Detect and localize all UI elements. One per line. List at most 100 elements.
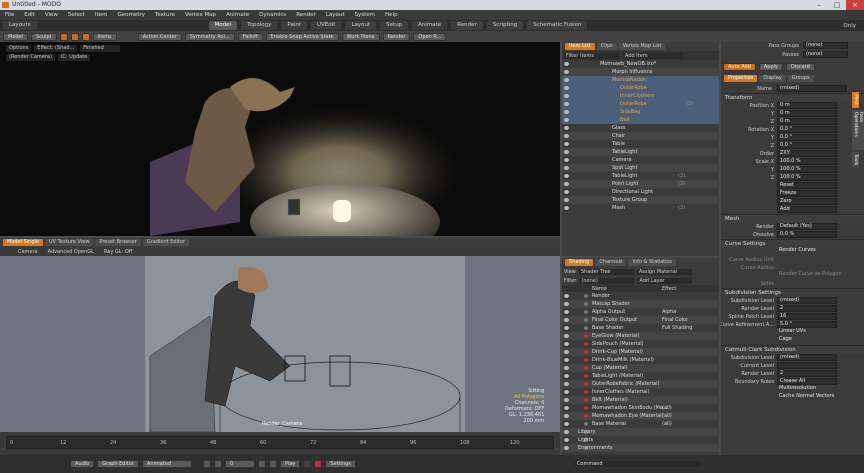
menu-system[interactable]: System	[355, 12, 376, 18]
shader-item[interactable]: Belt (Material)	[562, 396, 719, 404]
shader-item[interactable]: Render	[562, 292, 719, 300]
property-value-field[interactable]: 16	[777, 313, 837, 320]
menu-geometry[interactable]: Geometry	[117, 12, 144, 18]
eye-icon[interactable]	[564, 398, 569, 402]
property-value-field[interactable]	[777, 362, 837, 369]
list-item[interactable]: Table	[562, 140, 719, 148]
eye-icon[interactable]	[564, 318, 569, 322]
shader-item[interactable]: Base Material (all)	[562, 420, 719, 428]
eye-icon[interactable]	[564, 126, 569, 130]
tab-setup[interactable]: Setup	[380, 21, 409, 30]
snap-toggle[interactable]: Enable Snap Active State	[265, 32, 339, 41]
list-item[interactable]: Texture Group	[562, 196, 719, 204]
shader-item[interactable]: Momawhadon.SkinBodu (Ma... (all)	[562, 404, 719, 412]
eye-icon[interactable]	[564, 118, 569, 122]
shader-item[interactable]: Momawhadon.Eye (Material) (all)	[562, 412, 719, 420]
symmetry-dropdown[interactable]: Symmetry Axi...	[184, 32, 235, 41]
shader-item[interactable]: Environments	[562, 444, 719, 452]
list-item[interactable]: TableLight	[562, 148, 719, 156]
raygl-toggle[interactable]: Ray GL: Off	[104, 249, 132, 255]
property-value-field[interactable]: 0 m	[777, 102, 837, 109]
property-value-field[interactable]: (mixed)	[777, 297, 837, 304]
falloff-dropdown[interactable]: Falloff	[237, 32, 263, 41]
eye-icon[interactable]	[564, 422, 569, 426]
list-item[interactable]: Glass	[562, 124, 719, 132]
itemlist-tab-1[interactable]: Clips	[596, 43, 617, 50]
add-item-dropdown[interactable]: Add Item	[623, 52, 683, 59]
shader-item[interactable]: Drink-Cup (Material)	[562, 348, 719, 356]
timeline[interactable]: 0 12 24 36 48 60 72 84 96 108 120	[0, 432, 560, 455]
tab-paint[interactable]: Paint	[281, 21, 307, 30]
minimize-button[interactable]: –	[810, 0, 828, 10]
property-value-field[interactable]: (mixed)	[777, 354, 837, 361]
eye-icon[interactable]	[564, 350, 569, 354]
eye-icon[interactable]	[564, 310, 569, 314]
shader-item[interactable]: SidePouch (Material)	[562, 340, 719, 348]
auto-add-toggle[interactable]: Auto Add	[723, 63, 756, 71]
eye-icon[interactable]	[564, 414, 569, 418]
eye-icon[interactable]	[564, 102, 569, 106]
render-dropdown[interactable]: Default (Yes)	[777, 223, 837, 230]
list-item[interactable]: Point Light (2)	[562, 180, 719, 188]
go-end-icon[interactable]	[268, 460, 277, 468]
subdivision-settings-section[interactable]: Subdivision Settings	[721, 288, 864, 297]
transform-add-button[interactable]: Add	[777, 206, 837, 213]
vertex-select-icon[interactable]	[59, 32, 68, 41]
eye-icon[interactable]	[564, 294, 569, 298]
list-item[interactable]: SideBag	[562, 108, 719, 116]
shader-item[interactable]: TableLight (Material)	[562, 372, 719, 380]
eye-icon[interactable]	[564, 326, 569, 330]
tab-animate[interactable]: Animate	[412, 21, 448, 30]
list-item[interactable]: Spot Light	[562, 164, 719, 172]
eye-icon[interactable]	[564, 446, 569, 450]
property-value-field[interactable]: 0.0 °	[777, 126, 837, 133]
eye-icon[interactable]	[564, 142, 569, 146]
eye-icon[interactable]	[564, 158, 569, 162]
eye-icon[interactable]	[564, 358, 569, 362]
eye-icon[interactable]	[564, 334, 569, 338]
eye-icon[interactable]	[564, 166, 569, 170]
list-item[interactable]: Directional Light	[562, 188, 719, 196]
itemlist-tab-0[interactable]: Item List	[565, 43, 595, 50]
cache-normal-checkbox[interactable]: Cache Normal Vectors	[777, 394, 857, 401]
eye-icon[interactable]	[564, 206, 569, 210]
eye-icon[interactable]	[564, 174, 569, 178]
eye-icon[interactable]	[564, 198, 569, 202]
shader-item[interactable]: EyeGlow (Material)	[562, 332, 719, 340]
list-item[interactable]: TableLight (2)	[562, 172, 719, 180]
close-button[interactable]: ×	[846, 0, 864, 10]
tab-layout[interactable]: Layout	[345, 21, 377, 30]
multiresolution-checkbox[interactable]: Multiresolution	[777, 386, 857, 393]
shader-item[interactable]: Base Shader Full Shading	[562, 324, 719, 332]
menu-edit[interactable]: Edit	[24, 12, 35, 18]
shading-tab-2[interactable]: Info & Statistics	[628, 259, 676, 266]
property-value-field[interactable]: 0.0 °	[777, 134, 837, 141]
shader-item[interactable]: Drink-BlueMilk (Material)	[562, 356, 719, 364]
properties-tab-0[interactable]: Properties	[724, 75, 758, 82]
side-tab[interactable]: Tools	[852, 151, 859, 167]
transform-reset-button[interactable]: Reset	[777, 182, 837, 189]
eye-icon[interactable]	[564, 390, 569, 394]
tab-scripting[interactable]: Scripting	[486, 21, 524, 30]
eye-icon[interactable]	[564, 382, 569, 386]
name-column-header[interactable]: Name	[592, 286, 662, 292]
shader-view-dropdown[interactable]: Shader Tree	[578, 268, 634, 275]
transform-zero-button[interactable]: Zero	[777, 198, 837, 205]
menu-texture[interactable]: Texture	[155, 12, 175, 18]
shader-item[interactable]: InnerClothes (Material)	[562, 388, 719, 396]
itemlist-tab-2[interactable]: Vertex Map List	[618, 43, 666, 50]
tab-render[interactable]: Render	[451, 21, 483, 30]
shader-item[interactable]: Library	[562, 428, 719, 436]
audio-button[interactable]: Audio	[70, 460, 95, 468]
property-value-field[interactable]: 0 m	[777, 110, 837, 117]
menu-file[interactable]: File	[5, 12, 14, 18]
camera-view-dropdown[interactable]: Camera	[18, 249, 38, 255]
items-mode-button[interactable]: Items	[92, 32, 117, 41]
eye-icon[interactable]	[564, 342, 569, 346]
render-button[interactable]: Render	[382, 32, 411, 41]
transform-freeze-button[interactable]: Freeze	[777, 190, 837, 197]
name-field[interactable]: (mixed)	[777, 85, 847, 92]
property-value-field[interactable]: 0.0 °	[777, 142, 837, 149]
list-item[interactable]: Chair	[562, 132, 719, 140]
property-value-field[interactable]: 2	[777, 305, 837, 312]
